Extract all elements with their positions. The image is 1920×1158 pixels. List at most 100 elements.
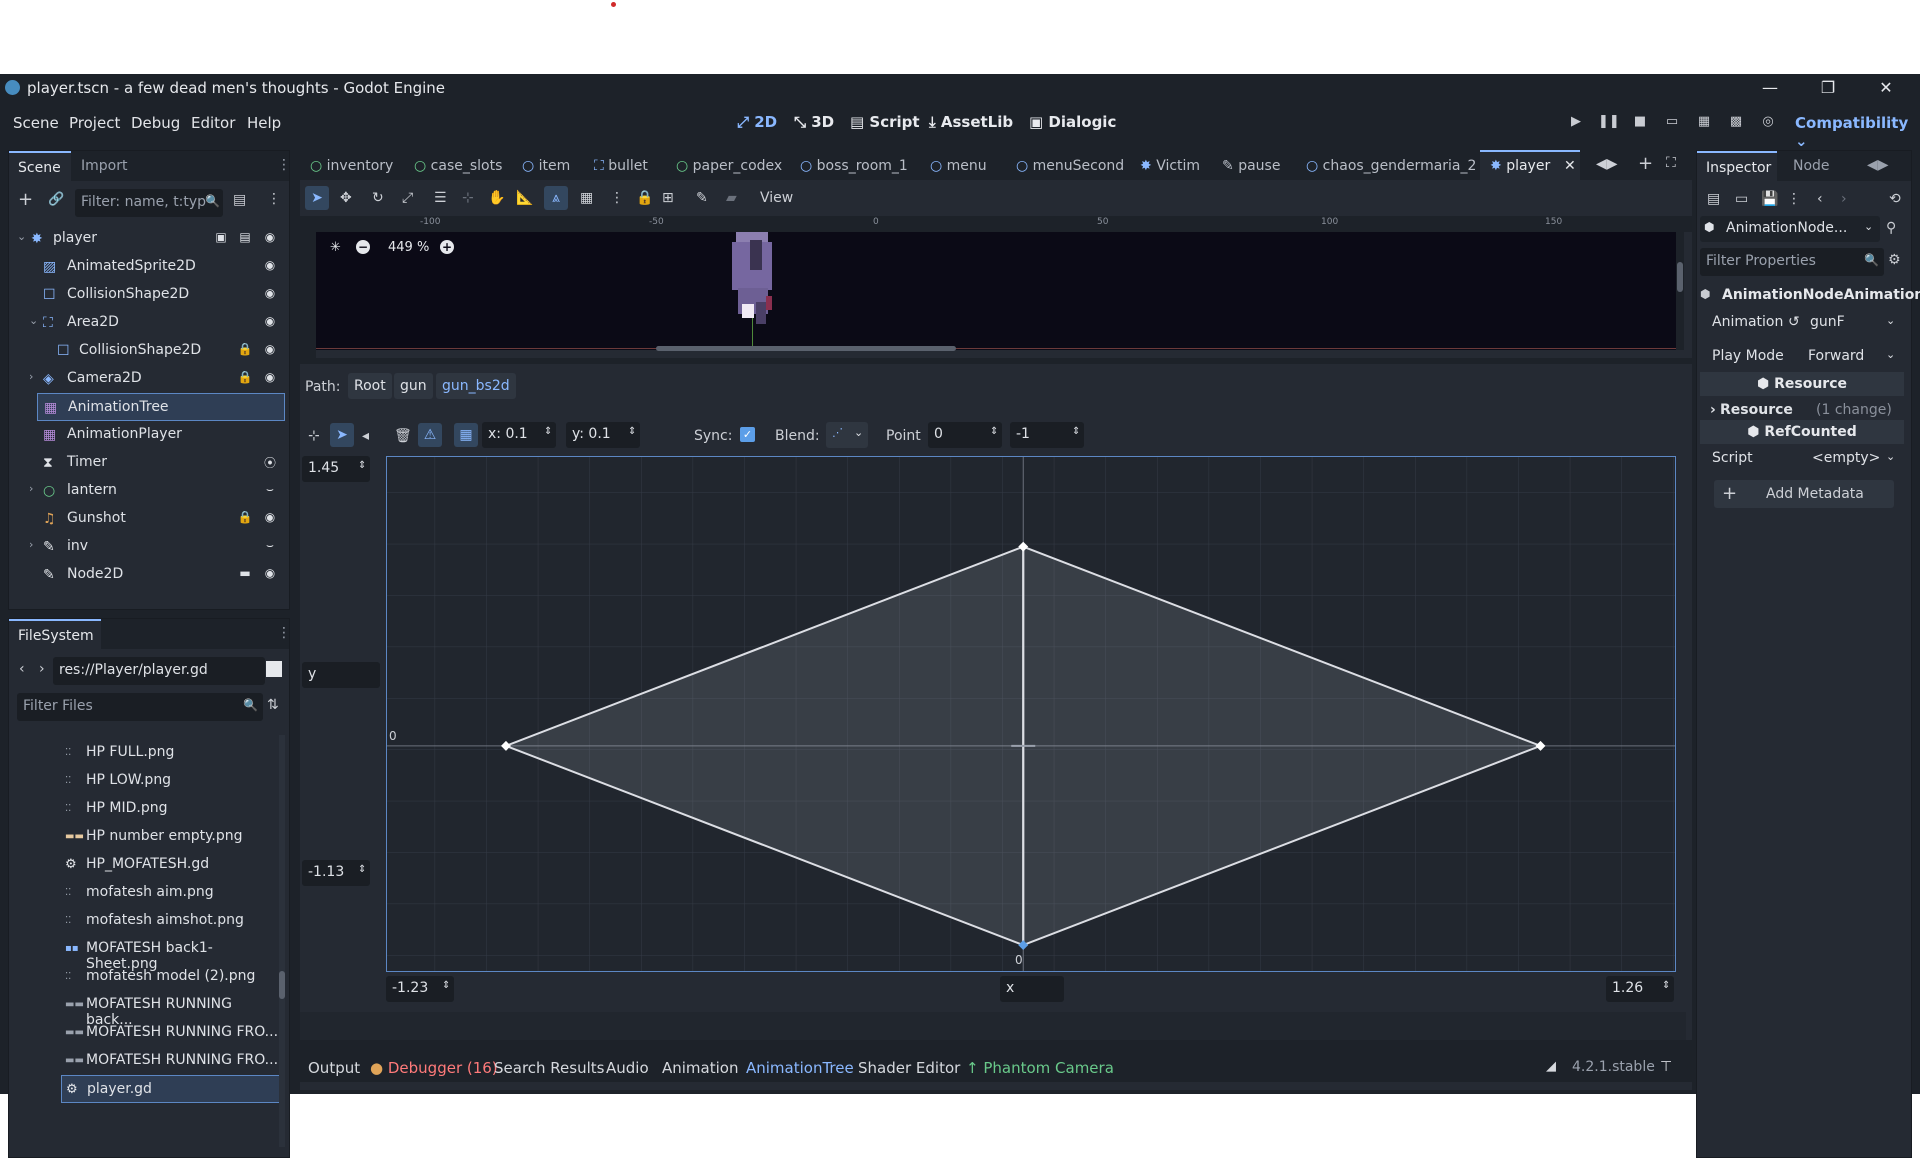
path-root-button[interactable]: Root xyxy=(348,373,392,399)
filter-files-input[interactable]: Filter Files 🔍 xyxy=(17,693,263,721)
auto-triangles-icon[interactable]: ⚠ xyxy=(418,423,442,447)
scene-tab-item[interactable]: ○ item xyxy=(522,158,570,174)
x-label-input[interactable]: x xyxy=(1000,976,1064,1002)
add-metadata-button[interactable]: + Add Metadata xyxy=(1714,480,1894,508)
ruler-tool-icon[interactable]: 📐 xyxy=(516,190,533,206)
history-icon[interactable]: ⟲ xyxy=(1889,191,1901,207)
file-scrollbar[interactable] xyxy=(279,735,285,1147)
min-x-input[interactable]: -1.23 ⇕ xyxy=(386,976,454,1002)
list-select-icon[interactable]: ☰ xyxy=(434,190,447,206)
file-item-selected[interactable]: ⚙ player.gd xyxy=(61,1075,279,1103)
tree-node-animationplayer[interactable]: ▦ AnimationPlayer xyxy=(9,421,285,449)
scene-tab-menu[interactable]: ○ menu xyxy=(930,158,987,174)
file-item[interactable]: ▬▬ HP number empty.png xyxy=(17,823,279,851)
lock-icon[interactable]: 🔒 xyxy=(236,342,254,360)
workspace-2d[interactable]: ⤢ 2D xyxy=(737,113,777,131)
tree-node-inv[interactable]: › ✎ inv ⌣ xyxy=(9,533,285,561)
tree-node-animatedsprite2d[interactable]: ▨ AnimatedSprite2D ◉ xyxy=(9,253,285,281)
tree-node-collisionshape2d-child[interactable]: ☐ CollisionShape2D 🔒 ◉ xyxy=(9,337,285,365)
visibility-eye-icon[interactable]: ◉ xyxy=(261,370,279,388)
tree-node-area2d[interactable]: ⌄ ⛶ Area2D ◉ xyxy=(9,309,285,337)
attach-script-icon[interactable]: ▤ xyxy=(233,192,246,208)
minimize-button[interactable]: — xyxy=(1742,74,1798,102)
close-tab-icon[interactable]: ✕ xyxy=(1564,158,1576,174)
visibility-eye-icon[interactable]: ◉ xyxy=(261,314,279,332)
file-item[interactable]: ▬▬ MOFATESH RUNNING FRO... xyxy=(17,1019,279,1047)
maximize-button[interactable]: ❐ xyxy=(1800,74,1856,102)
snap-options-icon[interactable]: ⋮ xyxy=(610,190,624,206)
path-field[interactable]: res://Player/player.gd xyxy=(53,657,265,685)
file-item[interactable]: ▪▪ MOFATESH back1-Sheet.png xyxy=(17,935,279,972)
object-tools-icon[interactable]: ⚲ xyxy=(1886,220,1896,236)
scene-tab-bullet[interactable]: ⛶ bullet xyxy=(594,158,648,174)
menu-editor[interactable]: Editor xyxy=(191,114,235,132)
movie-maker-icon[interactable]: ◎ xyxy=(1758,114,1778,134)
add-scene-tab-icon[interactable]: + xyxy=(1638,153,1653,174)
scene-tab-pause[interactable]: ✎ pause xyxy=(1222,158,1280,174)
menu-help[interactable]: Help xyxy=(247,114,281,132)
close-window-button[interactable]: ✕ xyxy=(1858,74,1914,102)
tab-import[interactable]: Import xyxy=(81,158,127,174)
tree-node-node2d[interactable]: ✎ Node2D ▬ ◉ xyxy=(9,561,285,589)
scene-tab-inventory[interactable]: ○ inventory xyxy=(310,158,393,174)
signal-icon[interactable]: ⦿ xyxy=(261,454,279,472)
tab-audio[interactable]: Audio xyxy=(606,1059,649,1077)
add-node-icon[interactable]: + xyxy=(18,189,33,210)
zoom-out-icon[interactable]: − xyxy=(356,240,370,254)
center-view-icon[interactable]: ✳ xyxy=(330,240,341,255)
group-icon[interactable]: ▣ xyxy=(212,230,230,248)
script-icon[interactable]: ▤ xyxy=(236,230,254,248)
menu-scene[interactable]: Scene xyxy=(13,114,59,132)
scene-menu-icon[interactable]: ⋮ xyxy=(267,191,281,207)
collapse-arrow-icon[interactable]: ⌄ xyxy=(17,230,26,243)
tab-animationtree[interactable]: AnimationTree xyxy=(746,1059,854,1077)
property-options-icon[interactable]: ⚙ xyxy=(1888,252,1901,268)
group-icon[interactable]: ⊞ xyxy=(662,190,674,206)
tree-node-animationtree[interactable]: ▦ AnimationTree xyxy=(37,393,285,421)
file-item[interactable]: ▬▬ MOFATESH RUNNING back... xyxy=(17,991,279,1028)
delete-icon[interactable]: 🗑 xyxy=(394,428,412,444)
grid-snap-icon[interactable]: ▦ xyxy=(580,190,593,206)
sort-icon[interactable]: ⇅ xyxy=(267,697,279,713)
tab-node[interactable]: Node xyxy=(1793,158,1830,174)
expand-panel-icon[interactable]: ⊤ xyxy=(1660,1059,1672,1075)
point-x-input[interactable]: 0 ⇕ xyxy=(928,422,1002,448)
scrollbar-thumb[interactable] xyxy=(1677,262,1683,292)
zoom-level[interactable]: 449 % xyxy=(388,240,429,255)
scale-tool-icon[interactable]: ⤢ xyxy=(402,190,413,206)
select-point-icon[interactable]: ➤ xyxy=(330,423,354,447)
file-item[interactable]: ⁚⁚ mofatesh aimshot.png xyxy=(17,907,279,935)
select-tool-icon[interactable]: ➤ xyxy=(305,186,329,210)
min-y-input[interactable]: -1.13 ⇕ xyxy=(302,860,370,886)
tab-scroll-icon[interactable]: ◀▶ xyxy=(1596,156,1618,172)
scene-filter-input[interactable]: Filter: name, t:typ 🔍 xyxy=(75,189,223,217)
smart-snap-icon[interactable]: ⩓ xyxy=(544,186,568,210)
clapper-icon[interactable]: ▬ xyxy=(236,566,254,584)
expand-arrow-icon[interactable]: › xyxy=(29,370,33,383)
script-property[interactable]: Script <empty> ⌄ xyxy=(1700,446,1900,472)
file-item[interactable]: ▬▬ MOFATESH RUNNING FRO... xyxy=(17,1047,279,1075)
filter-properties-input[interactable]: Filter Properties 🔍 xyxy=(1700,248,1884,276)
open-folder-icon[interactable]: ▭ xyxy=(1735,191,1748,207)
snap-y-input[interactable]: y: 0.1 ⇕ xyxy=(566,422,640,448)
menu-debug[interactable]: Debug xyxy=(131,114,180,132)
visibility-eye-icon[interactable]: ◉ xyxy=(261,286,279,304)
menu-project[interactable]: Project xyxy=(69,114,120,132)
lock-icon[interactable]: 🔒 xyxy=(236,510,254,528)
history-back-icon[interactable]: ‹ xyxy=(1817,191,1823,207)
move-tool-icon[interactable]: ✥ xyxy=(340,190,352,206)
tab-filesystem[interactable]: FileSystem xyxy=(9,619,101,649)
file-item[interactable]: ⚙ HP_MOFATESH.gd xyxy=(17,851,279,879)
point-y-input[interactable]: -1 ⇕ xyxy=(1010,422,1084,448)
tab-output[interactable]: Output xyxy=(308,1059,360,1077)
scene-tab-menusecond[interactable]: ○ menuSecond xyxy=(1016,158,1124,174)
collapse-arrow-icon[interactable]: ⌄ xyxy=(29,314,38,327)
dock-menu-icon[interactable]: ⋮ xyxy=(277,157,291,173)
workspace-assetlib[interactable]: ⤓ AssetLib xyxy=(929,113,1013,131)
tab-shader-editor[interactable]: Shader Editor xyxy=(858,1059,960,1077)
tab-animation[interactable]: Animation xyxy=(662,1059,738,1077)
hidden-eye-icon[interactable]: ⌣ xyxy=(261,538,279,556)
visibility-eye-icon[interactable]: ◉ xyxy=(261,510,279,528)
tab-scene[interactable]: Scene xyxy=(9,151,71,181)
tab-inspector[interactable]: Inspector xyxy=(1697,151,1777,181)
